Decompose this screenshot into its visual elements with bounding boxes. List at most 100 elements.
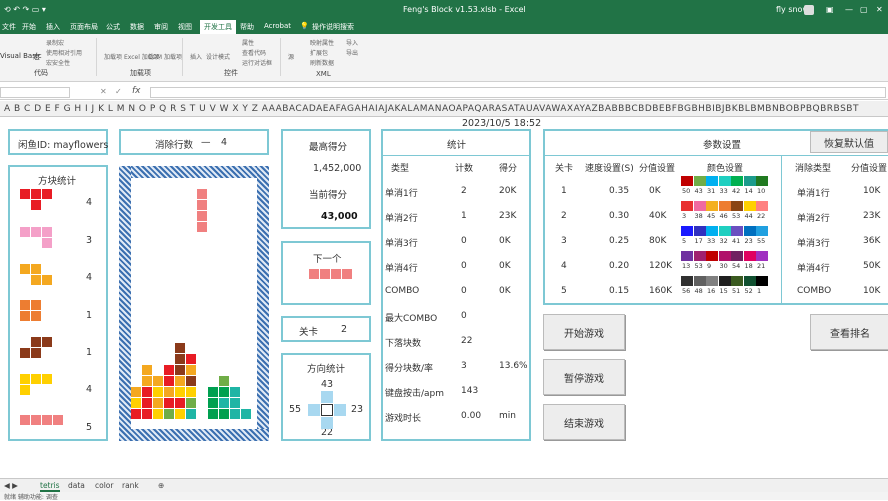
fx-icon[interactable]: fx [132, 86, 141, 96]
cancel-icon[interactable]: ✕ [100, 87, 107, 96]
color-swatch[interactable] [731, 251, 743, 261]
tab-home[interactable]: 开始 [22, 22, 36, 32]
formula-input[interactable] [150, 87, 886, 98]
color-swatch[interactable] [693, 201, 706, 211]
column-headers[interactable]: A B C D E F G H I J K L M N O P Q R S T … [0, 101, 888, 117]
tab-review[interactable]: 审阅 [154, 22, 168, 32]
tab-view[interactable]: 视图 [178, 22, 192, 32]
tab-page-layout[interactable]: 页面布局 [70, 22, 98, 32]
insert-control-button[interactable]: 插入 [190, 52, 202, 61]
color-swatch[interactable] [718, 276, 731, 286]
sheet-tab-color[interactable]: color [95, 481, 113, 490]
color-swatch[interactable] [756, 226, 768, 236]
maximize-icon[interactable]: ▢ [860, 5, 868, 14]
enter-icon[interactable]: ✓ [115, 87, 122, 96]
color-swatch[interactable] [743, 201, 756, 211]
high-score-value: 1,452,000 [313, 163, 362, 174]
color-swatch[interactable] [756, 176, 768, 186]
stats-row-type: COMBO [385, 286, 420, 296]
minimize-icon[interactable]: — [845, 5, 853, 14]
refresh-data-button[interactable]: 刷新数据 [310, 58, 334, 67]
color-swatch[interactable] [756, 251, 768, 261]
color-swatch[interactable] [693, 276, 706, 286]
color-swatch[interactable] [756, 201, 768, 211]
export-button[interactable]: 导出 [346, 48, 358, 57]
color-swatch[interactable] [731, 276, 743, 286]
tab-help[interactable]: 帮助 [240, 22, 254, 32]
pause-game-button[interactable]: 暂停游戏 [543, 359, 625, 395]
design-mode-button[interactable]: 设计模式 [206, 52, 230, 61]
sheet-tab-tetris[interactable]: tetris [40, 481, 60, 492]
color-swatch[interactable] [743, 251, 756, 261]
run-dialog-button[interactable]: 运行对话框 [242, 58, 272, 67]
color-swatch-number: 51 [732, 287, 741, 295]
color-swatch-number: 56 [682, 287, 691, 295]
tell-me-search[interactable]: 操作说明搜索 [312, 22, 354, 32]
end-game-button[interactable]: 结束游戏 [543, 404, 625, 440]
color-swatch[interactable] [756, 276, 768, 286]
color-swatch[interactable] [706, 226, 718, 236]
macros-button[interactable]: 宏 [33, 52, 40, 62]
start-game-button[interactable]: 开始游戏 [543, 314, 625, 350]
color-swatch[interactable] [681, 226, 693, 236]
sheet-tab-rank[interactable]: rank [122, 481, 139, 490]
color-swatch[interactable] [718, 226, 731, 236]
color-swatch[interactable] [743, 176, 756, 186]
next-label: 下一个 [313, 254, 342, 265]
tab-file[interactable]: 文件 [2, 22, 16, 32]
color-swatch[interactable] [731, 176, 743, 186]
lines-value: 4 [221, 137, 228, 148]
tab-acrobat[interactable]: Acrobat [264, 22, 291, 30]
settings-score: 160K [649, 286, 673, 296]
add-sheet-icon[interactable]: ⊕ [158, 481, 164, 490]
tab-data[interactable]: 数据 [130, 22, 144, 32]
color-swatch[interactable] [681, 201, 693, 211]
color-swatch[interactable] [681, 176, 693, 186]
color-swatch[interactable] [693, 226, 706, 236]
macro-security-button[interactable]: 宏安全性 [46, 58, 70, 67]
color-swatch[interactable] [706, 251, 718, 261]
close-icon[interactable]: ✕ [876, 5, 883, 14]
color-swatch[interactable] [718, 201, 731, 211]
view-ranking-button[interactable]: 查看排名 [810, 314, 888, 350]
game-board[interactable] [119, 166, 269, 441]
color-swatch[interactable] [718, 176, 731, 186]
com-addins-button[interactable]: COM 加载项 [148, 52, 182, 61]
quick-access-icons[interactable]: ⟲ ↶ ↷ ▭ ▾ [4, 5, 46, 14]
record-macro-button[interactable]: 录制宏 [46, 38, 64, 47]
sheet-tab-data[interactable]: data [68, 481, 85, 490]
color-swatch[interactable] [706, 276, 718, 286]
map-properties-button[interactable]: 映射属性 [310, 38, 334, 47]
settings-divider [781, 156, 782, 304]
avatar[interactable] [804, 5, 814, 15]
view-code-button[interactable]: 查看代码 [242, 48, 266, 57]
color-swatch[interactable] [718, 251, 731, 261]
board-cell [175, 387, 185, 397]
stats-row-type: 单消3行 [385, 239, 418, 249]
board-cell [197, 189, 207, 199]
color-swatch[interactable] [743, 276, 756, 286]
addins-button[interactable]: 加载项 [104, 52, 122, 61]
tab-insert[interactable]: 插入 [46, 22, 60, 32]
color-swatch[interactable] [731, 201, 743, 211]
color-swatch[interactable] [693, 176, 706, 186]
tab-formulas[interactable]: 公式 [106, 22, 120, 32]
color-swatch[interactable] [681, 251, 693, 261]
ribbon-display-icon[interactable]: ▣ [826, 5, 834, 14]
properties-button[interactable]: 属性 [242, 38, 254, 47]
sheet-nav-icon[interactable]: ◀ ▶ [4, 481, 18, 490]
settings-header-score: 分值设置 [639, 164, 676, 174]
color-swatch[interactable] [693, 251, 706, 261]
import-button[interactable]: 导入 [346, 38, 358, 47]
name-box[interactable] [0, 87, 70, 98]
color-swatch[interactable] [706, 176, 718, 186]
reset-defaults-button[interactable]: 恢复默认值 [810, 131, 888, 153]
color-swatch[interactable] [681, 276, 693, 286]
color-swatch[interactable] [731, 226, 743, 236]
expansion-packs-button[interactable]: 扩展包 [310, 48, 328, 57]
relative-refs-button[interactable]: 使用相对引用 [46, 48, 82, 57]
color-swatch[interactable] [706, 201, 718, 211]
tab-developer[interactable]: 开发工具 [200, 20, 236, 34]
source-button[interactable]: 源 [288, 52, 294, 61]
color-swatch[interactable] [743, 226, 756, 236]
